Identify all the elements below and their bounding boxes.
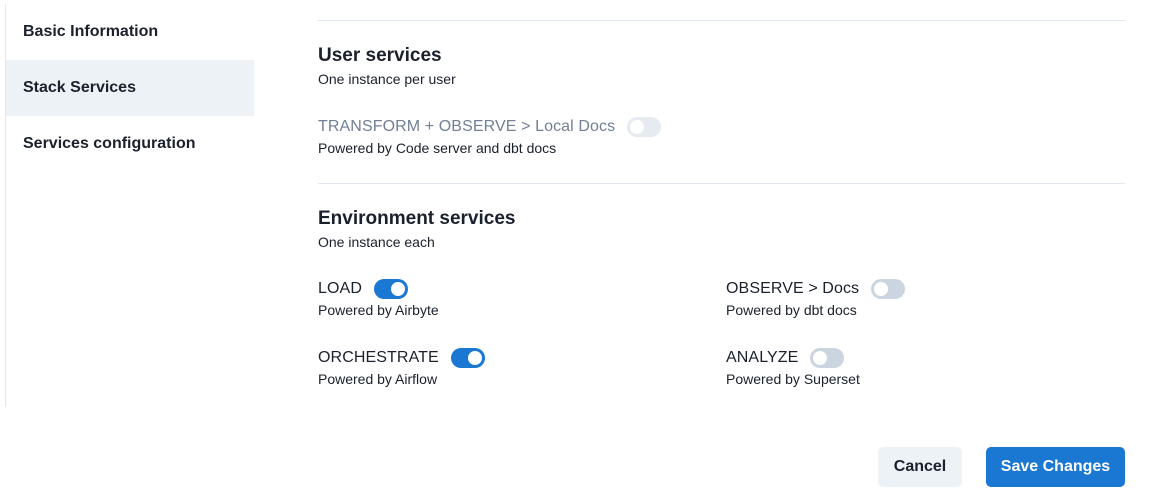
service-orchestrate: ORCHESTRATE Powered by Airflow [318,346,485,387]
save-changes-button[interactable]: Save Changes [986,447,1125,487]
service-description: Powered by Airflow [318,371,438,387]
sidebar-item-basic-information[interactable]: Basic Information [6,4,254,60]
toggle-knob [390,282,405,296]
service-label: ANALYZE [726,349,799,366]
stack-settings-page: Basic Information Stack Services Service… [0,0,1162,500]
service-label: TRANSFORM + OBSERVE > Local Docs [318,118,616,135]
observe-docs-toggle[interactable] [871,279,906,299]
orchestrate-toggle[interactable] [450,348,485,368]
service-observe-docs: OBSERVE > Docs Powered by dbt docs [726,277,906,318]
divider [318,183,1125,184]
toggle-knob [874,282,889,296]
service-description: Powered by dbt docs [726,302,857,318]
toggle-knob [813,351,828,365]
sidebar-item-stack-services[interactable]: Stack Services [6,60,254,116]
user-services-title: User services [318,45,442,66]
service-description: Powered by Airbyte [318,302,439,318]
sidebar-item-label: Basic Information [23,23,159,40]
sidebar-item-label: Services configuration [23,135,196,152]
load-toggle[interactable] [373,279,408,299]
environment-services-title: Environment services [318,208,516,229]
environment-services-subtitle: One instance each [318,234,435,250]
service-description: Powered by Code server and dbt docs [318,140,557,156]
user-services-subtitle: One instance per user [318,71,456,87]
service-local-docs: TRANSFORM + OBSERVE > Local Docs Powered… [318,115,662,156]
toggle-knob [630,120,645,134]
local-docs-toggle[interactable] [627,117,662,137]
divider [318,20,1125,21]
service-label: OBSERVE > Docs [726,280,860,297]
service-description: Powered by Superset [726,371,860,387]
sidebar-item-services-configuration[interactable]: Services configuration [6,116,254,172]
analyze-toggle[interactable] [810,348,845,368]
toggle-knob [467,351,482,365]
cancel-button[interactable]: Cancel [878,447,962,487]
service-label: LOAD [318,280,362,297]
service-analyze: ANALYZE Powered by Superset [726,346,860,387]
service-load: LOAD Powered by Airbyte [318,277,439,318]
service-label: ORCHESTRATE [318,349,439,366]
sidebar-item-label: Stack Services [23,79,136,96]
settings-sidebar: Basic Information Stack Services Service… [5,4,254,407]
